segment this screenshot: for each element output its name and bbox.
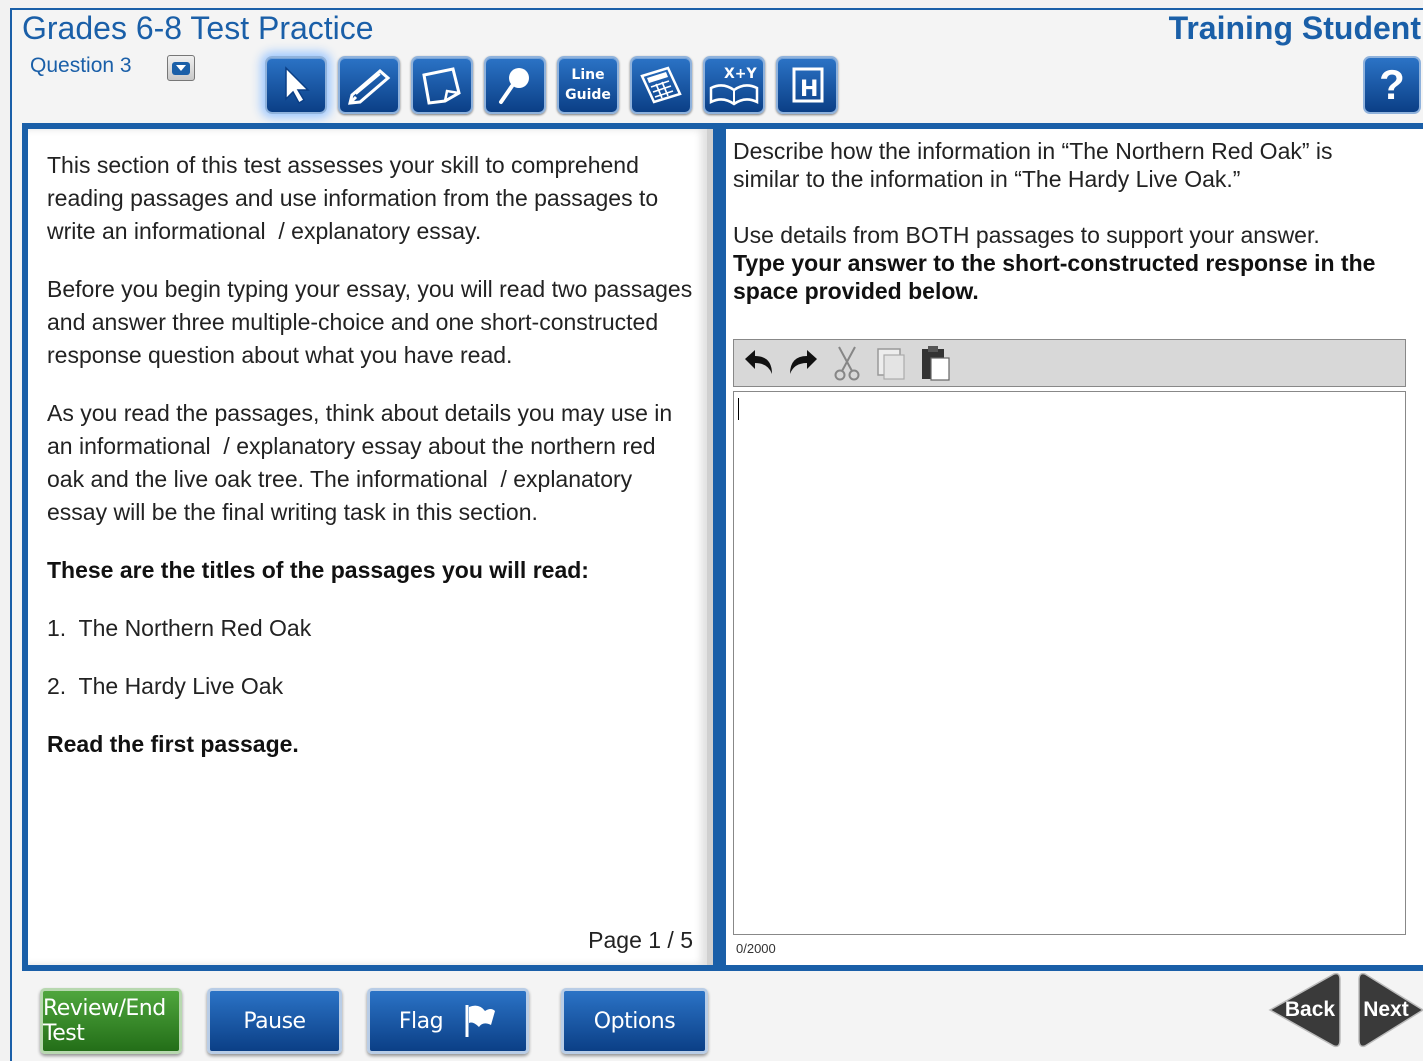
test-title: Grades 6-8 Test Practice [22,10,374,46]
redo-button[interactable] [784,344,822,382]
passage-title-2: 2. The Hardy Live Oak [47,673,284,699]
sticky-note-icon [422,67,461,105]
prompt-instruction: Use details from BOTH passages to suppor… [733,222,1320,248]
page-indicator: Page 1 / 5 [588,927,693,953]
copy-button[interactable] [872,344,910,382]
h-label: H [800,77,818,102]
question-mark-icon: ? [1379,61,1405,108]
instruction-text: Read the first passage. [47,731,299,757]
review-end-test-label: Review/End Test [43,996,166,1046]
undo-button[interactable] [740,344,778,382]
formula-label: X+Y [724,66,758,82]
passage-paragraph-3: As you read the passages, think about de… [47,400,673,525]
options-label: Options [593,1008,676,1034]
passage-text: This section of this test assesses your … [47,149,697,786]
back-button[interactable]: Back [1268,972,1342,1048]
highlighter-icon [348,69,391,105]
passage-paragraph-2: Before you begin typing your essay, you … [47,276,693,368]
question-prompt: Describe how the information in “The Nor… [733,137,1403,305]
line-guide-label-bottom: Guide [565,87,611,103]
flag-button[interactable]: Flag [367,988,529,1054]
paste-icon [922,346,950,381]
paste-button[interactable] [916,344,954,382]
question-label: Question 3 [30,54,132,77]
passage-paragraph-1: This section of this test assesses your … [47,152,659,244]
highlighter-tool[interactable] [338,56,400,114]
response-textarea[interactable] [733,391,1406,935]
help-h-tool[interactable]: H [776,56,838,114]
sticky-note-tool[interactable] [411,56,473,114]
options-button[interactable]: Options [561,988,708,1054]
passage-title-1: 1. The Northern Red Oak [47,615,312,641]
review-end-test-button[interactable]: Review/End Test [40,988,182,1054]
prompt-question: Describe how the information in “The Nor… [733,138,1333,192]
magnifier-tool[interactable] [484,56,546,114]
pause-button[interactable]: Pause [207,988,342,1054]
help-button[interactable]: ? [1363,56,1421,114]
question-dropdown-button[interactable] [167,55,195,81]
line-guide-label-top: Line [571,67,605,83]
line-guide-icon: Line Guide [565,65,611,105]
calculator-icon [640,66,682,104]
titles-heading: These are the titles of the passages you… [47,557,589,583]
formula-tool[interactable]: X+Y [703,56,765,114]
pointer-arrow-icon [285,66,310,105]
pause-label: Pause [243,1008,306,1034]
next-label: Next [1363,998,1409,1021]
text-caret [738,398,739,420]
prompt-bold-instruction: Type your answer to the short-constructe… [733,250,1376,304]
flag-label: Flag [398,1008,444,1034]
h-icon: H [792,67,824,103]
flag-icon [465,1005,496,1037]
copy-icon [877,348,905,380]
next-button[interactable]: Next [1357,972,1423,1048]
toolbar: Line Guide X+Y H [265,56,838,114]
student-name: Training Student [1168,10,1421,46]
line-guide-tool[interactable]: Line Guide [557,56,619,114]
cut-button[interactable] [828,344,866,382]
scissors-icon [834,346,860,381]
calculator-tool[interactable] [630,56,692,114]
undo-icon [745,350,772,374]
question-pane: Describe how the information in “The Nor… [726,129,1423,965]
redo-icon [790,350,817,374]
main-content: This section of this test assesses your … [22,123,1423,971]
pointer-tool[interactable] [265,56,327,114]
formula-book-icon: X+Y [709,66,759,106]
magnifier-icon [499,68,529,104]
chevron-down-icon [172,62,190,75]
editor-toolbar [733,339,1406,387]
passage-pane[interactable]: This section of this test assesses your … [28,129,713,965]
back-label: Back [1284,998,1336,1021]
character-count: 0/2000 [736,941,776,956]
